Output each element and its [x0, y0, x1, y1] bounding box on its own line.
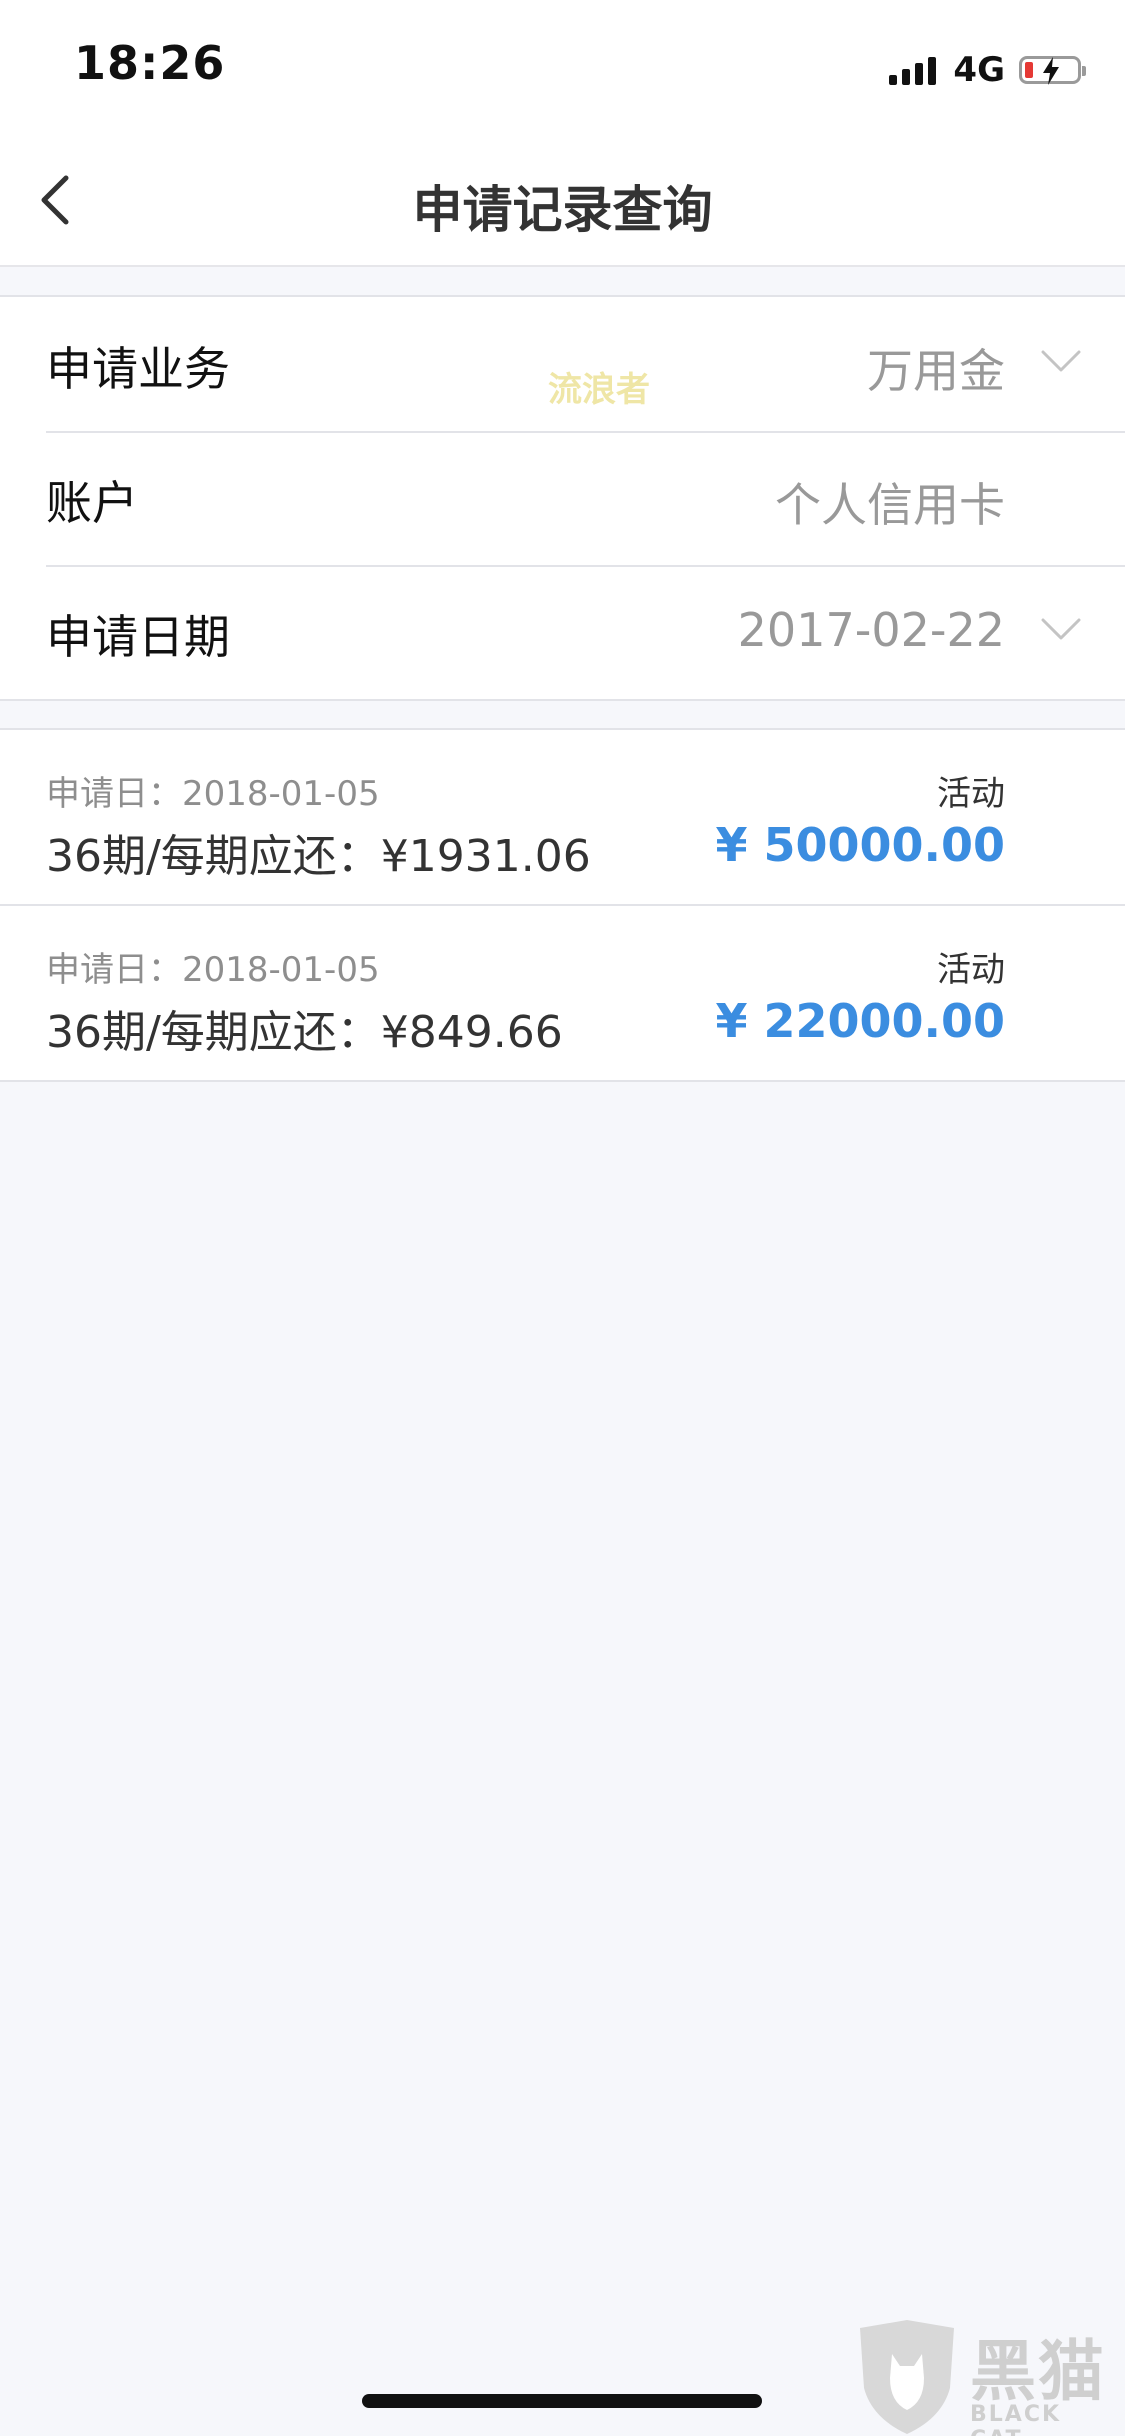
record-amount: ¥ 50000.00	[715, 818, 1005, 872]
battery-level	[1025, 62, 1033, 78]
list-item[interactable]: 申请日：2018-01-05 36期/每期应还：¥1931.06 活动 ¥ 50…	[0, 730, 1125, 906]
status-bar: 18:26 4G	[0, 0, 1125, 140]
status-indicators: 4G	[889, 50, 1086, 90]
record-date: 申请日：2018-01-05	[46, 774, 380, 814]
record-status: 活动	[937, 774, 1005, 814]
chevron-down-icon	[1041, 618, 1081, 640]
record-date: 申请日：2018-01-05	[46, 950, 380, 990]
navigation-bar: 申请记录查询	[0, 140, 1125, 267]
charging-bolt-icon	[1043, 57, 1059, 85]
status-time: 18:26	[74, 36, 226, 90]
network-label: 4G	[953, 50, 1005, 90]
list-item[interactable]: 申请日：2018-01-05 36期/每期应还：¥849.66 活动 ¥ 220…	[0, 906, 1125, 1082]
signal-icon	[889, 55, 941, 85]
filter-row-account: 账户 个人信用卡	[46, 431, 1125, 567]
logo-text-cn: 黑猫	[970, 2333, 1106, 2410]
record-list: 申请日：2018-01-05 36期/每期应还：¥1931.06 活动 ¥ 50…	[0, 728, 1125, 1082]
account-label: 账户	[46, 476, 138, 530]
record-status: 活动	[937, 950, 1005, 990]
account-value: 个人信用卡	[775, 478, 1005, 532]
page-title: 申请记录查询	[412, 181, 713, 239]
logo-text-en: BLACK CAT	[970, 2402, 1062, 2436]
record-amount: ¥ 22000.00	[715, 994, 1005, 1048]
cat-shield-icon	[860, 2320, 954, 2434]
screen: 18:26 4G 申请记录查询 申请业务 万用金 账户 个人信用卡 申请日期 2…	[0, 0, 1125, 2436]
record-terms: 36期/每期应还：¥849.66	[46, 1007, 563, 1058]
user-watermark: 流浪者	[548, 370, 650, 410]
filter-section: 申请业务 万用金 账户 个人信用卡 申请日期 2017-02-22	[0, 295, 1125, 701]
battery-icon	[1019, 56, 1086, 85]
filter-row-date[interactable]: 申请日期 2017-02-22	[46, 565, 1125, 699]
date-value: 2017-02-22	[737, 603, 1005, 657]
chevron-down-icon	[1041, 350, 1081, 372]
business-value: 万用金	[867, 344, 1005, 398]
date-label: 申请日期	[46, 610, 230, 664]
black-cat-logo: 黑猫 BLACK CAT	[852, 2318, 1122, 2436]
record-terms: 36期/每期应还：¥1931.06	[46, 831, 591, 882]
business-label: 申请业务	[46, 342, 230, 396]
home-indicator[interactable]	[362, 2394, 762, 2408]
